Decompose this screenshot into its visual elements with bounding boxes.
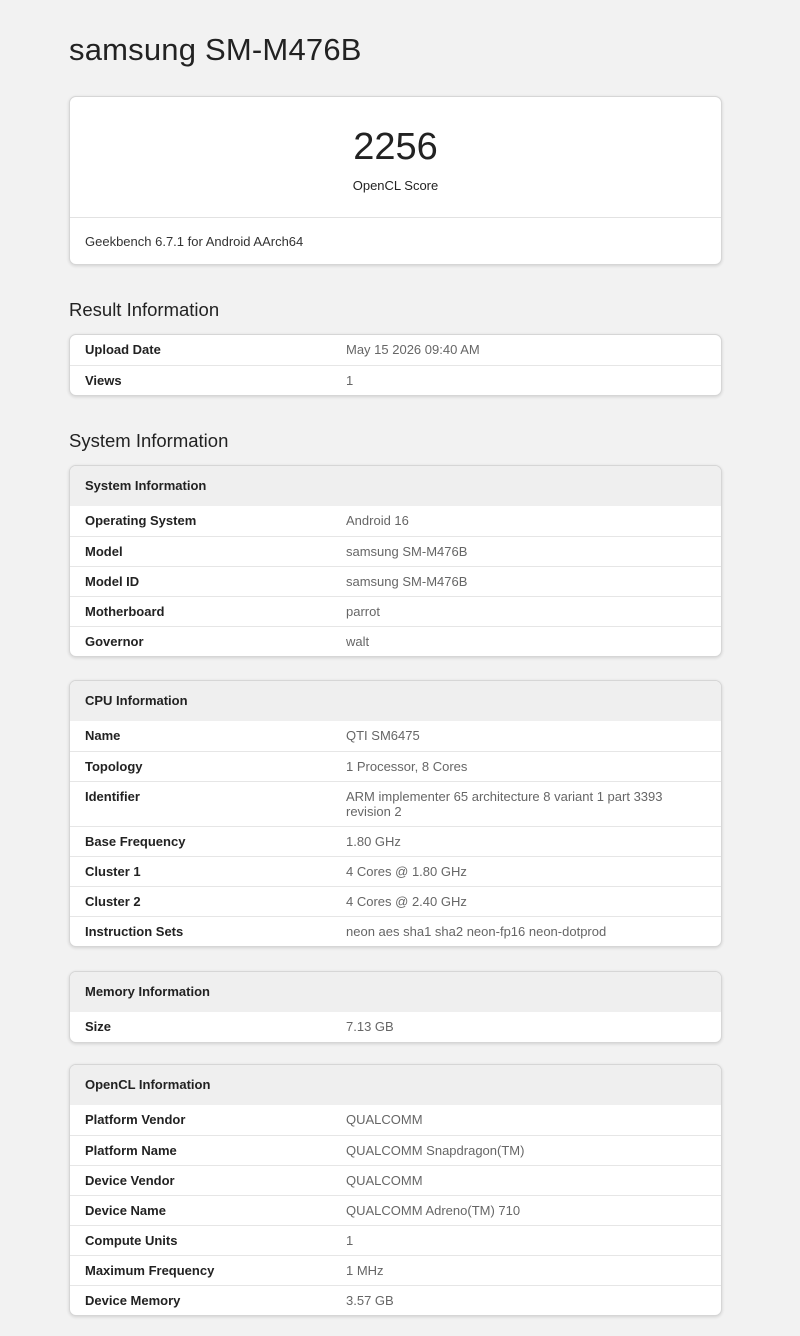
row-label: Model: [85, 544, 123, 559]
info-row-model-id: Model ID samsung SM-M476B: [70, 566, 721, 596]
row-value: parrot: [346, 604, 380, 619]
row-label: Governor: [85, 634, 144, 649]
memory-information-card: Memory Information Size 7.13 GB: [69, 971, 722, 1043]
info-row-identifier: Identifier ARM implementer 65 architectu…: [70, 781, 721, 826]
info-row-cluster-2: Cluster 2 4 Cores @ 2.40 GHz: [70, 886, 721, 916]
card-header: System Information: [70, 466, 721, 506]
score-summary: 2256 OpenCL Score: [70, 97, 721, 218]
row-value: 1: [346, 373, 354, 388]
row-value: QUALCOMM Adreno(TM) 710: [346, 1203, 521, 1218]
row-value: samsung SM-M476B: [346, 574, 468, 589]
row-label: Device Memory: [85, 1293, 181, 1308]
info-row-operating-system: Operating System Android 16: [70, 506, 721, 536]
info-row-device-vendor: Device Vendor QUALCOMM: [70, 1165, 721, 1195]
info-row-base-frequency: Base Frequency 1.80 GHz: [70, 826, 721, 856]
info-row-topology: Topology 1 Processor, 8 Cores: [70, 751, 721, 781]
opencl-score-label: OpenCL Score: [352, 178, 439, 193]
row-value: ARM implementer 65 architecture 8 varian…: [346, 789, 663, 819]
row-value: 4 Cores @ 1.80 GHz: [346, 864, 467, 879]
row-value: samsung SM-M476B: [346, 544, 468, 559]
row-label: Operating System: [85, 513, 197, 528]
score-card: 2256 OpenCL Score Geekbench 6.7.1 for An…: [69, 96, 722, 265]
row-label: Device Name: [85, 1203, 166, 1218]
info-row-instruction-sets: Instruction Sets neon aes sha1 sha2 neon…: [70, 916, 721, 946]
row-label: Upload Date: [85, 342, 161, 357]
row-value: 7.13 GB: [346, 1019, 394, 1034]
info-row-cluster-1: Cluster 1 4 Cores @ 1.80 GHz: [70, 856, 721, 886]
row-value: 1 Processor, 8 Cores: [346, 759, 468, 774]
page: samsung SM-M476B 2256 OpenCL Score Geekb…: [0, 0, 800, 1336]
row-label: Topology: [85, 759, 143, 774]
row-value: walt: [346, 634, 370, 649]
row-value: QUALCOMM Snapdragon(TM): [346, 1143, 525, 1158]
row-value: 1.80 GHz: [346, 834, 401, 849]
info-row-device-memory: Device Memory 3.57 GB: [70, 1285, 721, 1315]
cpu-information-card: CPU Information Name QTI SM6475 Topology…: [69, 680, 722, 947]
info-row-governor: Governor walt: [70, 626, 721, 656]
info-row-motherboard: Motherboard parrot: [70, 596, 721, 626]
info-row-model: Model samsung SM-M476B: [70, 536, 721, 566]
row-value: 3.57 GB: [346, 1293, 394, 1308]
card-header: OpenCL Information: [70, 1065, 721, 1105]
row-label: Model ID: [85, 574, 140, 589]
row-label: Base Frequency: [85, 834, 186, 849]
info-row-device-name: Device Name QUALCOMM Adreno(TM) 710: [70, 1195, 721, 1225]
row-label: Identifier: [85, 789, 140, 804]
row-label: Cluster 1: [85, 864, 141, 879]
info-row-cpu-name: Name QTI SM6475: [70, 721, 721, 751]
row-value: QUALCOMM: [346, 1173, 423, 1188]
info-row-platform-name: Platform Name QUALCOMM Snapdragon(TM): [70, 1135, 721, 1165]
row-label: Name: [85, 728, 121, 743]
row-value: neon aes sha1 sha2 neon-fp16 neon-dotpro…: [346, 924, 607, 939]
info-row-views: Views 1: [70, 365, 721, 395]
row-value: 4 Cores @ 2.40 GHz: [346, 894, 467, 909]
row-label: Views: [85, 373, 122, 388]
system-information-heading: System Information: [69, 430, 229, 451]
opencl-score-value: 2256: [353, 126, 438, 168]
row-label: Platform Vendor: [85, 1112, 186, 1127]
benchmark-version: Geekbench 6.7.1 for Android AArch64: [85, 234, 304, 249]
row-value: QUALCOMM: [346, 1112, 423, 1127]
page-title: samsung SM-M476B: [69, 32, 362, 67]
card-header: CPU Information: [70, 681, 721, 721]
info-row-maximum-frequency: Maximum Frequency 1 MHz: [70, 1255, 721, 1285]
card-header: Memory Information: [70, 972, 721, 1012]
opencl-information-card: OpenCL Information Platform Vendor QUALC…: [69, 1064, 722, 1316]
row-value: May 15 2026 09:40 AM: [346, 342, 480, 357]
row-value: Android 16: [346, 513, 409, 528]
result-information-heading: Result Information: [69, 299, 220, 320]
info-row-platform-vendor: Platform Vendor QUALCOMM: [70, 1105, 721, 1135]
row-value: 1: [346, 1233, 354, 1248]
row-label: Platform Name: [85, 1143, 177, 1158]
row-label: Maximum Frequency: [85, 1263, 215, 1278]
row-label: Compute Units: [85, 1233, 178, 1248]
row-label: Instruction Sets: [85, 924, 184, 939]
info-row-memory-size: Size 7.13 GB: [70, 1012, 721, 1042]
result-information-card: Upload Date May 15 2026 09:40 AM Views 1: [69, 334, 722, 396]
row-label: Cluster 2: [85, 894, 141, 909]
row-label: Motherboard: [85, 604, 165, 619]
row-value: 1 MHz: [346, 1263, 384, 1278]
row-label: Size: [85, 1019, 112, 1034]
row-label: Device Vendor: [85, 1173, 175, 1188]
info-row-compute-units: Compute Units 1: [70, 1225, 721, 1255]
info-row-upload-date: Upload Date May 15 2026 09:40 AM: [70, 335, 721, 365]
row-value: QTI SM6475: [346, 728, 420, 743]
system-information-card: System Information Operating System Andr…: [69, 465, 722, 657]
